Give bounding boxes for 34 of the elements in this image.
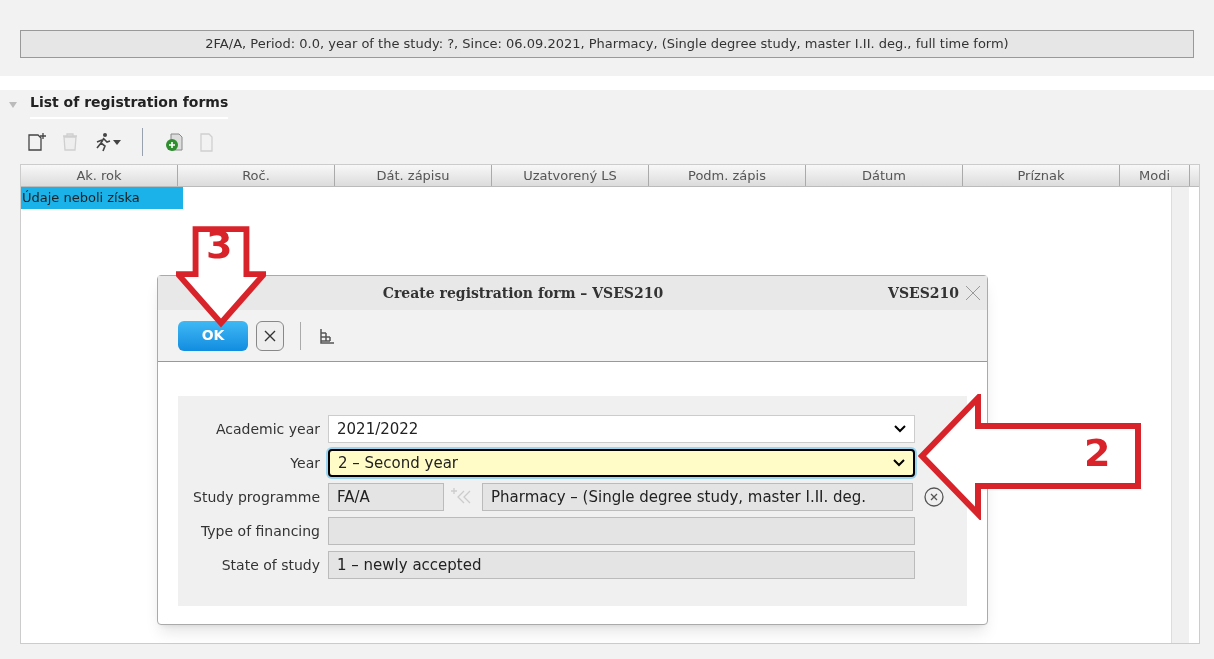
column-header[interactable]: Uzatvorený LS: [492, 165, 649, 186]
column-header[interactable]: Ak. rok: [21, 165, 178, 186]
add-document-icon[interactable]: [163, 131, 185, 153]
chevron-down-icon: [893, 458, 905, 468]
programme-field[interactable]: Pharmacy – (Single degree study, master I.II. deg.: [482, 483, 913, 511]
field-label: Academic year: [215, 419, 321, 439]
code-field[interactable]: FA/A: [328, 483, 444, 511]
dialog-code: VSES210: [888, 283, 959, 303]
readonly-field: 1 – newly accepted: [328, 551, 915, 579]
info-bar: 2FA/A, Period: 0.0, year of the study: ?, Since: 06.09.2021, Pharmacy, (Single degree study, master I.II. deg., full time form): [20, 30, 1194, 58]
scrollbar[interactable]: [1171, 187, 1189, 643]
new-document-icon[interactable]: [26, 131, 48, 153]
field-label: Year: [289, 453, 321, 473]
reset-icon[interactable]: [921, 484, 947, 510]
column-header[interactable]: Podm. zápis: [649, 165, 806, 186]
section-title: List of registration forms: [30, 91, 229, 119]
field-label: Type of financing: [199, 521, 321, 541]
step-number: 3: [206, 226, 233, 264]
column-header[interactable]: Príznak: [963, 165, 1120, 186]
chevron-down-icon: [894, 424, 906, 434]
step-number: 2: [1084, 434, 1111, 472]
column-header[interactable]: Dát. zápisu: [335, 165, 492, 186]
cancel-button[interactable]: [256, 320, 284, 351]
close-icon[interactable]: [963, 283, 983, 303]
dialog-title: Create registration form – VSES210: [381, 283, 665, 303]
column-header[interactable]: Roč.: [178, 165, 335, 186]
field-label: State of study: [220, 555, 321, 575]
close-icon: [264, 329, 276, 342]
field-label: Study programme: [192, 487, 321, 507]
select-field[interactable]: 2 – Second year: [328, 449, 915, 477]
select-field[interactable]: 2021/2022: [328, 415, 915, 443]
table-row[interactable]: Údaje neboli získa: [21, 187, 183, 209]
column-header[interactable]: Dátum: [806, 165, 963, 186]
column-header[interactable]: Modi: [1120, 165, 1190, 186]
